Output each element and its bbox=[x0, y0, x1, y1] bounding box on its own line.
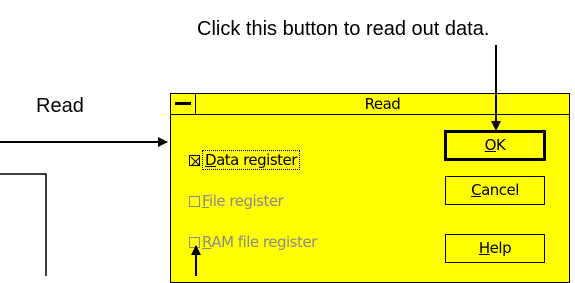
system-menu-icon bbox=[175, 102, 191, 105]
data-register-checkbox[interactable]: Data register bbox=[189, 150, 300, 170]
callout-box-lines bbox=[0, 173, 47, 276]
ok-button[interactable]: OK bbox=[444, 130, 546, 161]
ram-file-register-checkbox[interactable]: RAM file register bbox=[189, 233, 317, 251]
file-register-checkbox[interactable]: File register bbox=[189, 192, 284, 210]
file-register-label: File register bbox=[202, 192, 284, 210]
ram-file-register-label: RAM file register bbox=[202, 233, 317, 251]
data-register-label: Data register bbox=[202, 150, 300, 170]
system-menu-button[interactable] bbox=[171, 94, 196, 114]
help-button[interactable]: Help bbox=[445, 234, 545, 263]
checkbox-unchecked-icon bbox=[189, 236, 200, 248]
annotation-read-text: Read bbox=[36, 95, 84, 117]
checkbox-checked-icon bbox=[189, 154, 201, 166]
title-bar: Read bbox=[171, 94, 569, 115]
dialog-title: Read bbox=[364, 95, 401, 113]
checkbox-unchecked-icon bbox=[189, 195, 200, 207]
read-dialog: Read Data register File register RAM fil… bbox=[170, 93, 570, 283]
cancel-button[interactable]: Cancel bbox=[445, 176, 545, 205]
annotation-top-text: Click this button to read out data. bbox=[197, 18, 490, 40]
